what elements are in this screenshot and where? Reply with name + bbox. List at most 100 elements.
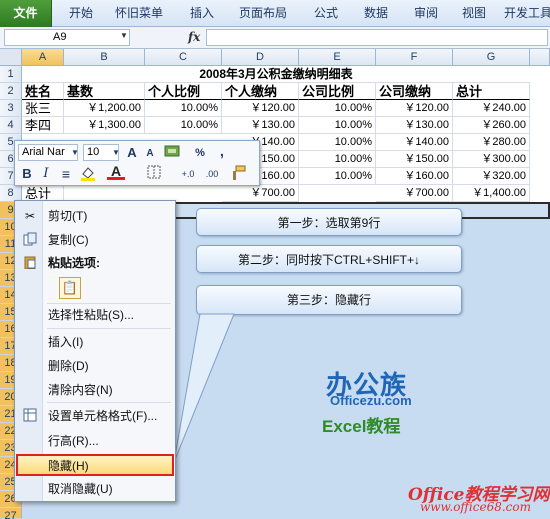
tab-developer[interactable]: 开发工具	[504, 0, 550, 27]
menu-item-format-cells[interactable]: 设置单元格格式(F)...	[16, 406, 174, 426]
paste-option-button[interactable]: 📋	[59, 277, 81, 299]
column-header-a[interactable]: A	[22, 49, 64, 66]
align-center-icon[interactable]: ≡	[57, 165, 75, 183]
formula-input[interactable]	[206, 29, 548, 46]
table-cell[interactable]: ￥120.00	[222, 100, 299, 117]
font-name-select[interactable]: Arial Nar	[18, 144, 78, 161]
table-cell[interactable]: ￥700.00	[222, 185, 299, 202]
table-cell[interactable]: ￥130.00	[222, 117, 299, 134]
menu-item-label: 设置单元格格式(F)...	[48, 409, 158, 423]
tab-data[interactable]: 数据	[356, 0, 396, 27]
table-cell[interactable]: 10.00%	[299, 100, 376, 117]
table-cell[interactable]: ￥1,400.00	[453, 185, 530, 202]
row-header[interactable]: 3	[0, 100, 22, 117]
table-cell[interactable]: 10.00%	[145, 100, 222, 117]
menu-item-label: 复制(C)	[48, 233, 89, 247]
menu-separator	[47, 303, 171, 304]
column-header-h[interactable]	[530, 49, 550, 66]
accounting-format-icon[interactable]	[163, 144, 181, 162]
menu-separator	[47, 402, 171, 403]
table-cell[interactable]: 张三	[22, 100, 64, 117]
row-header[interactable]: 1	[0, 66, 22, 83]
menu-item-row-height[interactable]: 行高(R)...	[16, 431, 174, 451]
tab-file[interactable]: 文件	[0, 0, 52, 27]
menu-item-unhide[interactable]: 取消隐藏(U)	[16, 479, 174, 499]
name-box[interactable]: A9	[4, 29, 130, 46]
table-cell[interactable]: ￥140.00	[376, 134, 453, 151]
borders-icon[interactable]	[145, 165, 163, 183]
fill-color-icon[interactable]	[79, 165, 97, 183]
column-header-e[interactable]: E	[299, 49, 376, 66]
menu-item-cut[interactable]: ✂ 剪切(T)	[16, 206, 174, 226]
scissors-icon: ✂	[24, 209, 36, 223]
table-cell[interactable]: ￥280.00	[453, 134, 530, 151]
tab-home[interactable]: 开始	[62, 0, 100, 27]
select-all-corner[interactable]	[0, 49, 22, 66]
column-header-g[interactable]: G	[453, 49, 530, 66]
decrease-decimal-button[interactable]: .00	[201, 165, 223, 183]
row-header[interactable]: 4	[0, 117, 22, 134]
table-cell[interactable]: ￥130.00	[376, 117, 453, 134]
table-cell[interactable]: 10.00%	[299, 134, 376, 151]
column-header-b[interactable]: B	[64, 49, 145, 66]
chevron-down-icon[interactable]: ▼	[120, 31, 128, 40]
italic-button[interactable]: I	[37, 165, 55, 183]
header-cell[interactable]: 姓名	[22, 83, 64, 100]
chevron-down-icon[interactable]: ▼	[70, 144, 80, 162]
function-icon[interactable]: fx	[188, 30, 200, 44]
shrink-font-icon[interactable]: A	[141, 145, 159, 163]
row-header[interactable]: 2	[0, 83, 22, 100]
tab-insert[interactable]: 插入	[182, 0, 222, 27]
menu-item-clear-contents[interactable]: 清除内容(N)	[16, 380, 174, 400]
percent-style-button[interactable]: %	[191, 144, 209, 162]
header-cell[interactable]: 基数	[64, 83, 145, 100]
table-cell[interactable]: ￥120.00	[376, 100, 453, 117]
bold-button[interactable]: B	[18, 165, 36, 183]
menu-item-delete[interactable]: 删除(D)	[16, 356, 174, 376]
column-header-d[interactable]: D	[222, 49, 299, 66]
tab-classic-menu[interactable]: 怀旧菜单	[108, 0, 170, 27]
table-cell[interactable]: ￥700.00	[376, 185, 453, 202]
grow-font-icon[interactable]: A	[123, 144, 141, 162]
table-cell[interactable]: ￥300.00	[453, 151, 530, 168]
table-cell[interactable]: ￥1,300.00	[64, 117, 145, 134]
menu-item-label: 插入(I)	[48, 335, 84, 349]
chevron-down-icon[interactable]: ▼	[111, 144, 121, 162]
tab-page-layout[interactable]: 页面布局	[232, 0, 294, 27]
table-cell[interactable]: 10.00%	[145, 117, 222, 134]
table-cell[interactable]: 10.00%	[299, 168, 376, 185]
header-cell[interactable]: 个人比例	[145, 83, 222, 100]
header-cell[interactable]: 总计	[453, 83, 530, 100]
course-title: Excel教程	[322, 417, 401, 436]
tab-view[interactable]: 视图	[454, 0, 494, 27]
menu-item-paste-special[interactable]: 选择性粘贴(S)...	[16, 305, 174, 325]
table-cell[interactable]: ￥150.00	[376, 151, 453, 168]
table-cell[interactable]: ￥160.00	[376, 168, 453, 185]
increase-decimal-button[interactable]: +.0	[177, 165, 199, 183]
table-cell[interactable]: 10.00%	[299, 151, 376, 168]
table-cell[interactable]: ￥240.00	[453, 100, 530, 117]
row-header[interactable]: 27	[0, 508, 22, 519]
comma-style-button[interactable]: ,	[213, 142, 231, 160]
header-cell[interactable]: 公司缴纳	[376, 83, 453, 100]
tab-formulas[interactable]: 公式	[306, 0, 346, 27]
menu-item-label: 粘贴选项:	[48, 256, 100, 270]
table-title[interactable]: 2008年3月公积金缴纳明细表	[22, 66, 530, 83]
table-cell[interactable]: ￥320.00	[453, 168, 530, 185]
format-painter-icon[interactable]	[229, 165, 247, 183]
menu-item-hide[interactable]: 隐藏(H)	[16, 454, 174, 476]
header-cell[interactable]: 公司比例	[299, 83, 376, 100]
column-header-c[interactable]: C	[145, 49, 222, 66]
format-cells-icon	[22, 408, 38, 424]
table-cell[interactable]: 10.00%	[299, 117, 376, 134]
menu-item-insert[interactable]: 插入(I)	[16, 332, 174, 352]
table-cell[interactable]: ￥260.00	[453, 117, 530, 134]
tab-review[interactable]: 审阅	[406, 0, 446, 27]
table-cell[interactable]: 李四	[22, 117, 64, 134]
table-cell[interactable]: ￥1,200.00	[64, 100, 145, 117]
column-header-f[interactable]: F	[376, 49, 453, 66]
step-2-callout: 第二步：同时按下CTRL+SHIFT+↓	[196, 245, 462, 273]
menu-item-copy[interactable]: 复制(C)	[16, 230, 174, 250]
font-color-button[interactable]: A	[107, 163, 125, 180]
header-cell[interactable]: 个人缴纳	[222, 83, 299, 100]
